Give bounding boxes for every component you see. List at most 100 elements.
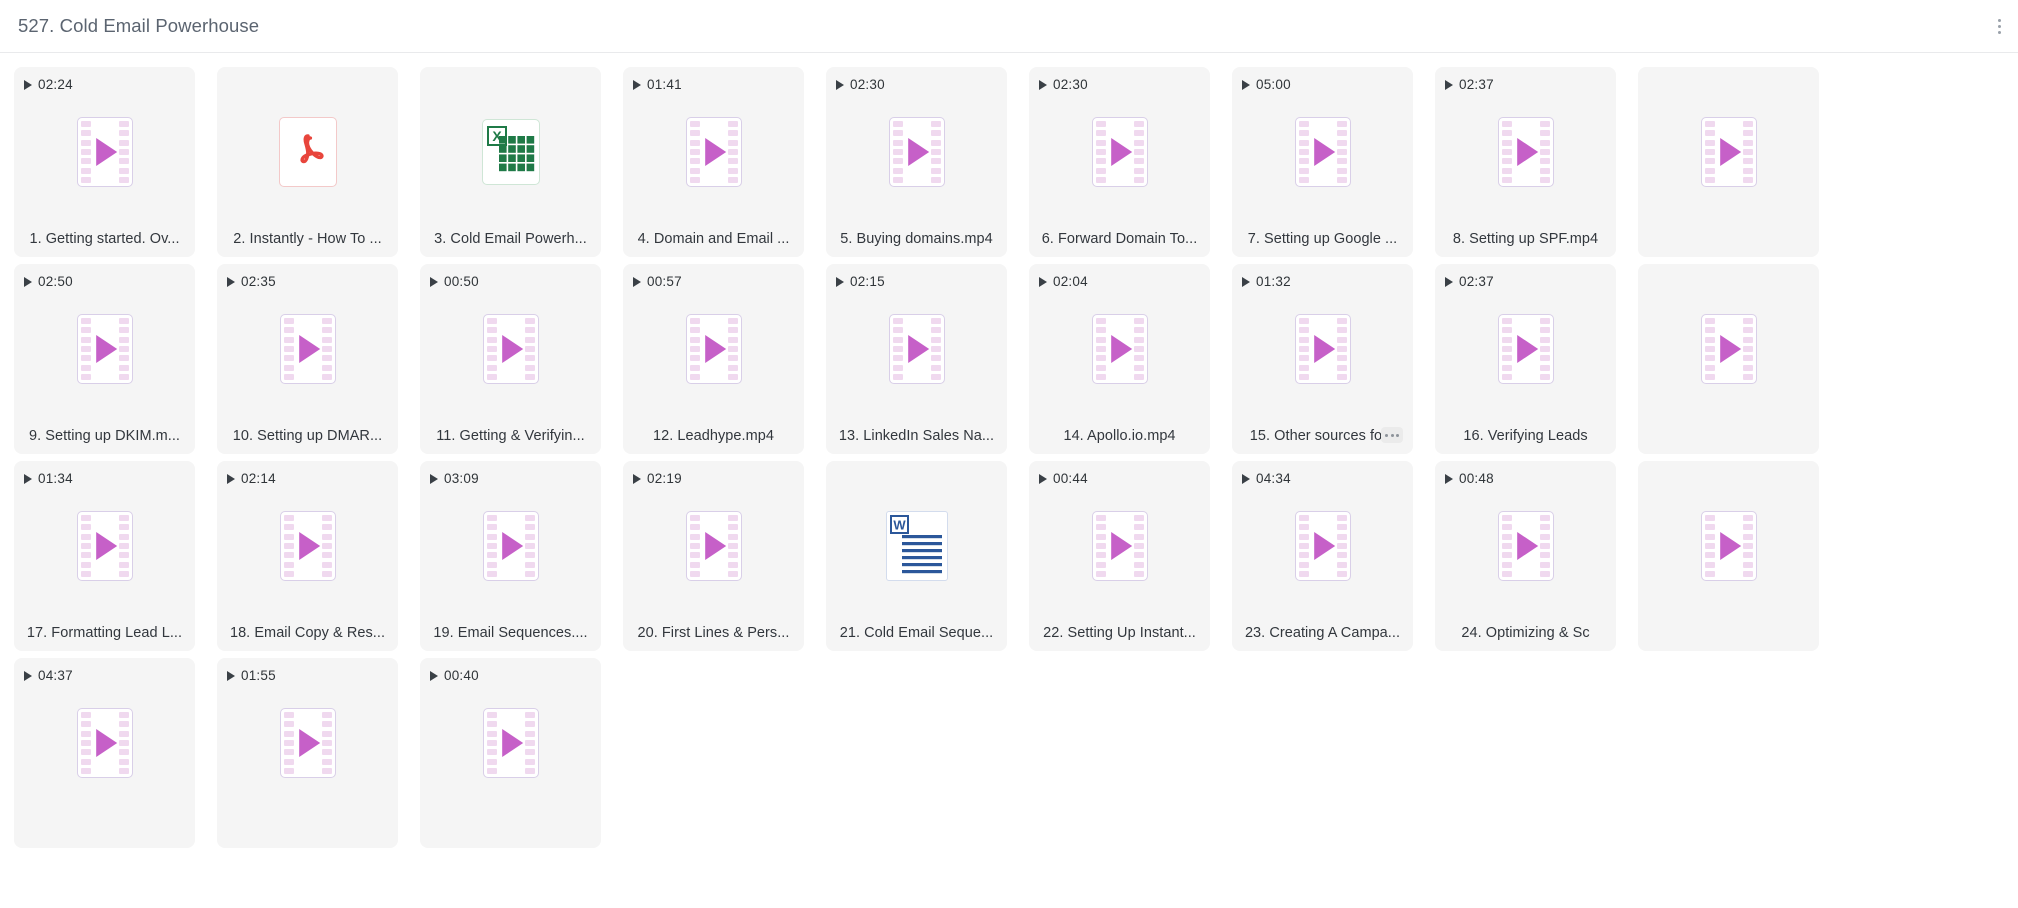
duration-badge: 02:37: [1445, 77, 1494, 92]
grid-cell: 02:15 13. LinkedIn Sales Na...: [826, 264, 1029, 454]
file-card[interactable]: 02:19 20. First Lines & Pers...: [623, 461, 804, 651]
caption-row: 17. Formatting Lead L...: [14, 621, 195, 651]
grid-cell: 00:48 24. Optimizing & Sc: [1435, 461, 1638, 651]
duration-badge: 01:32: [1242, 274, 1291, 289]
duration-badge: 02:19: [633, 471, 682, 486]
play-triangle-icon: [1242, 79, 1250, 90]
file-name-label: 13. LinkedIn Sales Na...: [838, 428, 995, 444]
file-card[interactable]: 01:55: [217, 658, 398, 848]
file-card[interactable]: 02:37 16. Verifying Leads: [1435, 264, 1616, 454]
duration-text: 04:34: [1256, 471, 1291, 486]
video-file-icon: [76, 708, 133, 778]
file-card[interactable]: 02:24 1. Getting started. Ov...: [14, 67, 195, 257]
video-file-icon: [482, 511, 539, 581]
video-file-icon: [279, 511, 336, 581]
grid-cell: 02:30 6. Forward Domain To...: [1029, 67, 1232, 257]
file-card[interactable]: [1638, 461, 1819, 651]
file-card[interactable]: 00:44 22. Setting Up Instant...: [1029, 461, 1210, 651]
file-card[interactable]: 02:35 10. Setting up DMAR...: [217, 264, 398, 454]
duration-text: 00:50: [444, 274, 479, 289]
file-name-label: 1. Getting started. Ov...: [29, 231, 180, 247]
file-card[interactable]: 02:37 8. Setting up SPF.mp4: [1435, 67, 1616, 257]
file-name-label: 24. Optimizing & Sc: [1461, 625, 1590, 641]
duration-text: 00:48: [1459, 471, 1494, 486]
play-triangle-icon: [227, 670, 235, 681]
duration-text: 01:34: [38, 471, 73, 486]
thumbnail: [1638, 67, 1819, 227]
file-card[interactable]: 00:50 11. Getting & Verifyin...: [420, 264, 601, 454]
file-card[interactable]: 01:34 17. Formatting Lead L...: [14, 461, 195, 651]
duration-text: 03:09: [444, 471, 479, 486]
file-card[interactable]: 00:57 12. Leadhype.mp4: [623, 264, 804, 454]
video-file-icon: [1497, 117, 1554, 187]
grid-cell: [1638, 264, 1841, 454]
grid-cell: 00:57 12. Leadhype.mp4: [623, 264, 826, 454]
file-card[interactable]: W 21. Cold Email Seque...: [826, 461, 1007, 651]
play-triangle-icon: [24, 473, 32, 484]
file-grid: 02:24 1. Getting started. Ov... 2. Instant…: [0, 67, 2018, 855]
play-triangle-icon: [1242, 276, 1250, 287]
file-grid-scroll-area[interactable]: 02:24 1. Getting started. Ov... 2. Instant…: [0, 53, 2018, 908]
caption-row: [420, 818, 601, 848]
caption-row: 20. First Lines & Pers...: [623, 621, 804, 651]
caption-row: [1638, 424, 1819, 454]
duration-text: 02:15: [850, 274, 885, 289]
file-card[interactable]: X 3. Cold Email Powerh...: [420, 67, 601, 257]
caption-row: 19. Email Sequences....: [420, 621, 601, 651]
play-triangle-icon: [1242, 473, 1250, 484]
file-card[interactable]: 02:30 5. Buying domains.mp4: [826, 67, 1007, 257]
kebab-menu-icon[interactable]: [1986, 10, 2012, 44]
file-card[interactable]: 04:37: [14, 658, 195, 848]
duration-text: 02:04: [1053, 274, 1088, 289]
caption-row: 23. Creating A Campa...: [1232, 621, 1413, 651]
video-file-icon: [1294, 511, 1351, 581]
file-card[interactable]: 02:50 9. Setting up DKIM.m...: [14, 264, 195, 454]
file-card[interactable]: 00:40: [420, 658, 601, 848]
grid-cell: 00:40: [420, 658, 623, 848]
file-name-label: 23. Creating A Campa...: [1244, 625, 1401, 641]
file-card[interactable]: [1638, 264, 1819, 454]
video-file-icon: [76, 511, 133, 581]
file-card[interactable]: 02:04 14. Apollo.io.mp4: [1029, 264, 1210, 454]
file-card[interactable]: 04:34 23. Creating A Campa...: [1232, 461, 1413, 651]
caption-row: 22. Setting Up Instant...: [1029, 621, 1210, 651]
duration-badge: 00:44: [1039, 471, 1088, 486]
file-name-label: 4. Domain and Email ...: [637, 231, 790, 247]
grid-cell: W 21. Cold Email Seque...: [826, 461, 1029, 651]
file-card[interactable]: 03:09 19. Email Sequences....: [420, 461, 601, 651]
video-file-icon: [482, 708, 539, 778]
file-card[interactable]: 02:15 13. LinkedIn Sales Na...: [826, 264, 1007, 454]
file-name-label: 2. Instantly - How To ...: [233, 231, 382, 247]
file-name-label: 9. Setting up DKIM.m...: [28, 428, 181, 444]
caption-row: [217, 818, 398, 848]
duration-text: 02:50: [38, 274, 73, 289]
play-triangle-icon: [1039, 79, 1047, 90]
excel-file-icon: X: [481, 119, 540, 185]
grid-cell: 02:35 10. Setting up DMAR...: [217, 264, 420, 454]
file-card[interactable]: 00:48 24. Optimizing & Sc: [1435, 461, 1616, 651]
grid-cell: 00:50 11. Getting & Verifyin...: [420, 264, 623, 454]
file-card[interactable]: [1638, 67, 1819, 257]
thumbnail: [1638, 461, 1819, 621]
card-overflow-menu-icon[interactable]: [1381, 427, 1403, 443]
duration-badge: 01:34: [24, 471, 73, 486]
duration-badge: 00:57: [633, 274, 682, 289]
duration-badge: 00:48: [1445, 471, 1494, 486]
file-card[interactable]: 02:14 18. Email Copy & Res...: [217, 461, 398, 651]
file-name-label: 16. Verifying Leads: [1463, 428, 1588, 444]
file-card[interactable]: 02:30 6. Forward Domain To...: [1029, 67, 1210, 257]
file-card[interactable]: 05:00 7. Setting up Google ...: [1232, 67, 1413, 257]
duration-badge: 04:37: [24, 668, 73, 683]
duration-text: 02:30: [1053, 77, 1088, 92]
video-file-icon: [279, 314, 336, 384]
caption-row: 10. Setting up DMAR...: [217, 424, 398, 454]
caption-row: [1638, 621, 1819, 651]
file-card[interactable]: 01:41 4. Domain and Email ...: [623, 67, 804, 257]
file-card[interactable]: 01:32 15. Other sources for .: [1232, 264, 1413, 454]
file-card[interactable]: 2. Instantly - How To ...: [217, 67, 398, 257]
caption-row: [14, 818, 195, 848]
grid-cell: 00:44 22. Setting Up Instant...: [1029, 461, 1232, 651]
duration-badge: 02:15: [836, 274, 885, 289]
duration-text: 00:40: [444, 668, 479, 683]
file-name-label: 5. Buying domains.mp4: [840, 231, 993, 247]
